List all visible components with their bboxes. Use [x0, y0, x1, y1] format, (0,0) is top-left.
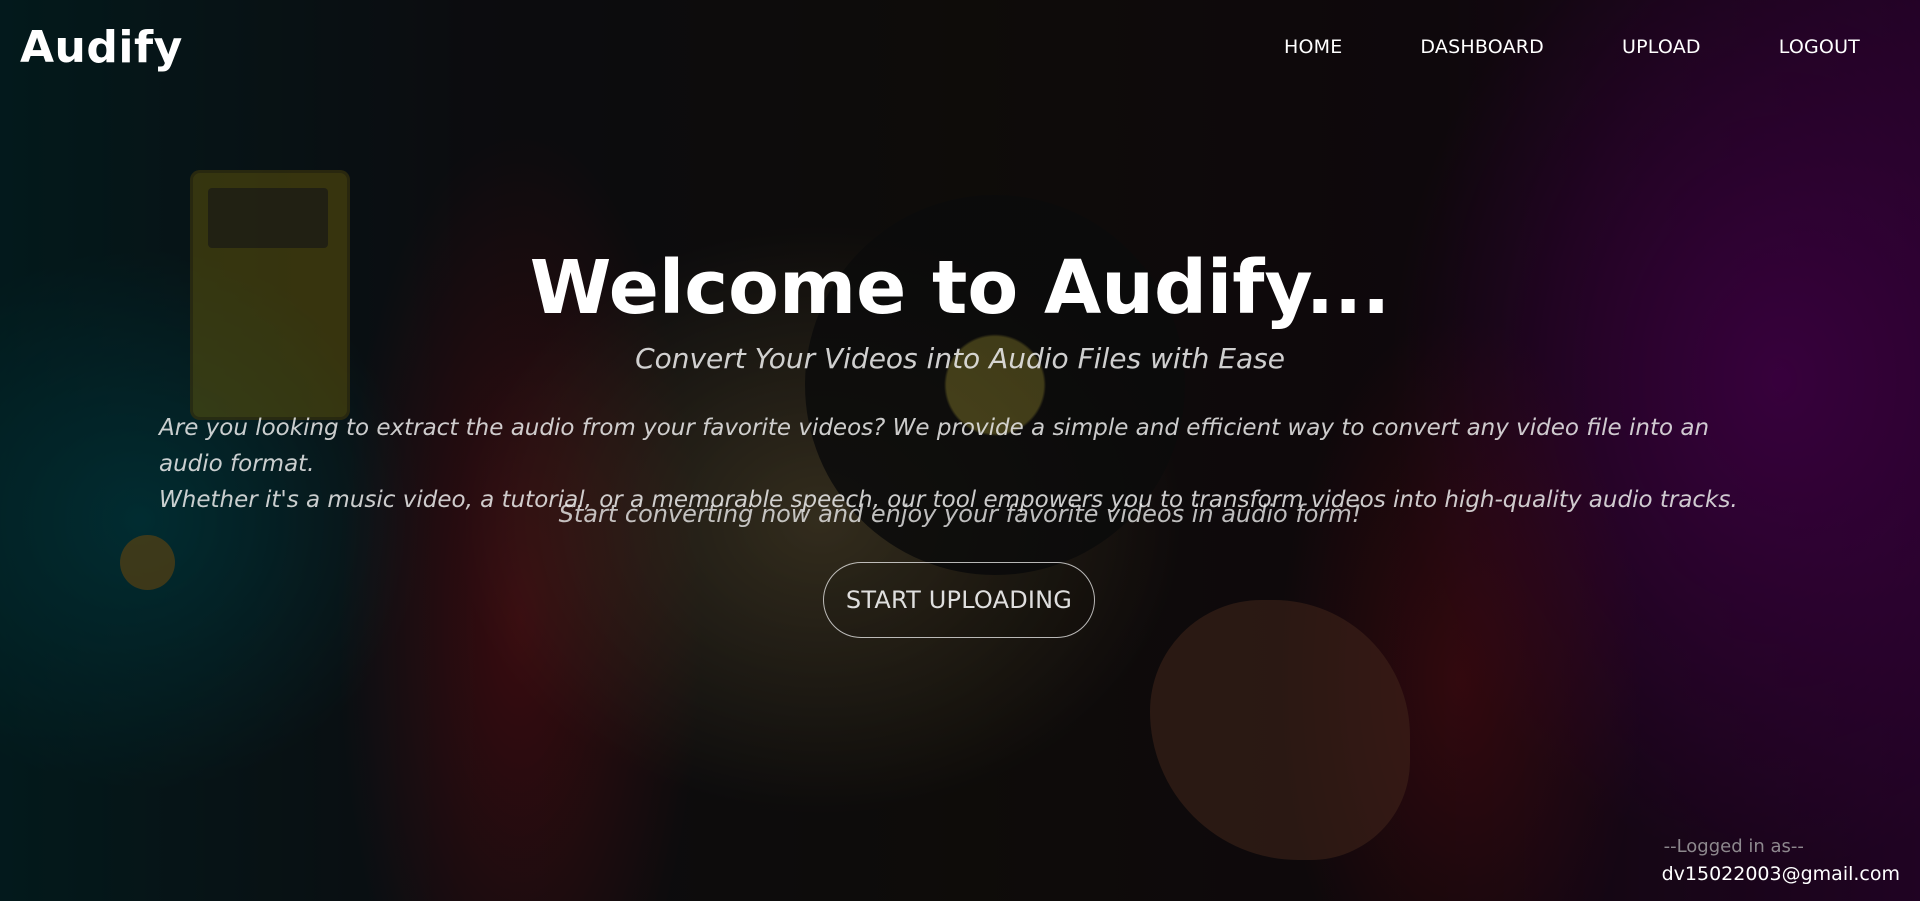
- start-uploading-button[interactable]: START UPLOADING: [823, 562, 1095, 638]
- logged-in-label: --Logged in as--: [1663, 836, 1804, 857]
- nav-home-link[interactable]: HOME: [1284, 36, 1342, 58]
- app-logo[interactable]: Audify: [20, 22, 183, 73]
- main-nav: HOME DASHBOARD UPLOAD LOGOUT: [1284, 36, 1860, 58]
- cta-text: Start converting now and enjoy your favo…: [558, 500, 1362, 528]
- nav-logout-link[interactable]: LOGOUT: [1779, 36, 1860, 58]
- nav-upload-link[interactable]: UPLOAD: [1622, 36, 1701, 58]
- home-page: Audify HOME DASHBOARD UPLOAD LOGOUT Welc…: [0, 0, 1920, 901]
- top-navigation: Audify HOME DASHBOARD UPLOAD LOGOUT: [0, 0, 1920, 96]
- hero-title: Welcome to Audify...: [529, 245, 1391, 331]
- hero-section: Welcome to Audify... Convert Your Videos…: [0, 245, 1920, 375]
- login-info: --Logged in as-- dv15022003@gmail.com: [1662, 836, 1900, 885]
- nav-dashboard-link[interactable]: DASHBOARD: [1420, 36, 1544, 58]
- hero-description-line-1: Are you looking to extract the audio fro…: [159, 415, 1710, 477]
- logged-in-email: dv15022003@gmail.com: [1661, 863, 1900, 885]
- hero-subtitle: Convert Your Videos into Audio Files wit…: [635, 341, 1285, 375]
